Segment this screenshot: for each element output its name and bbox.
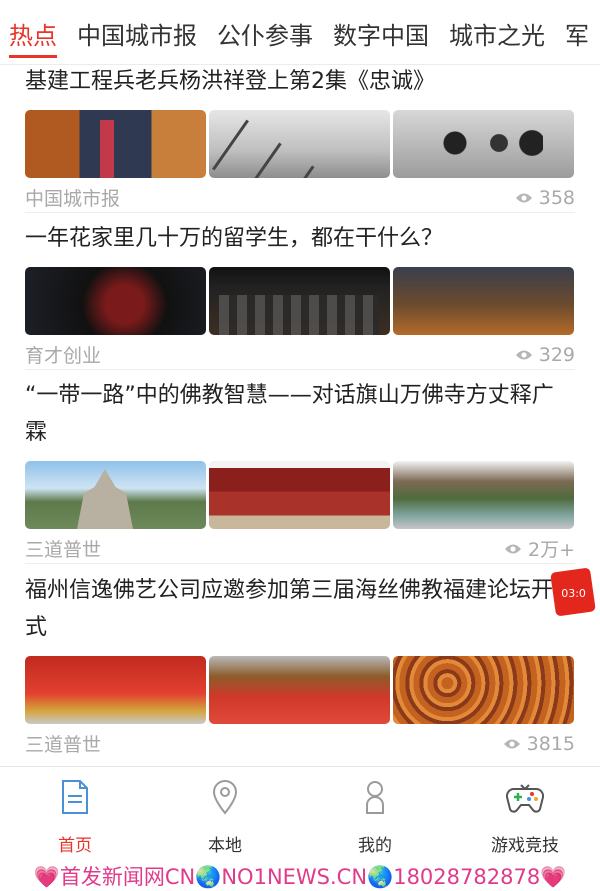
article-views: 3815 bbox=[503, 733, 575, 755]
nav-label: 首页 bbox=[58, 836, 92, 856]
news-article[interactable]: “一带一路”中的佛教智慧——对话旗山万佛寺方丈释广霖 三道普世 2万+ bbox=[25, 377, 575, 562]
article-thumbnails bbox=[25, 461, 575, 529]
user-icon bbox=[356, 777, 394, 817]
nav-label: 游戏竞技 bbox=[491, 836, 559, 856]
eye-icon bbox=[503, 739, 520, 748]
thumbnail-image[interactable] bbox=[25, 461, 206, 529]
thumbnail-image[interactable] bbox=[393, 267, 574, 335]
nav-local[interactable]: 本地 bbox=[150, 767, 300, 862]
tab-digital-china[interactable]: 数字中国 bbox=[333, 0, 429, 50]
article-source: 三道普世 bbox=[25, 734, 102, 756]
article-source: 中国城市报 bbox=[25, 188, 121, 210]
article-views: 329 bbox=[515, 344, 575, 366]
view-count: 329 bbox=[538, 343, 575, 366]
eye-icon bbox=[515, 350, 532, 359]
thumbnail-image[interactable] bbox=[393, 110, 574, 178]
channel-tab-bar: 热点 中国城市报 公仆参事 数字中国 城市之光 军 bbox=[0, 0, 600, 66]
thumbnail-image[interactable] bbox=[393, 656, 574, 724]
news-article[interactable]: 基建工程兵老兵杨洪祥登上第2集《忠诚》 中国城市报 358 bbox=[25, 64, 575, 211]
thumbnail-image[interactable] bbox=[209, 656, 390, 724]
news-article[interactable]: 福州信逸佛艺公司应邀参加第三届海丝佛教福建论坛开幕式 三道普世 3815 bbox=[25, 572, 575, 757]
news-article[interactable]: 一年花家里几十万的留学生，都在干什么？ 育才创业 329 bbox=[25, 221, 575, 368]
thumbnail-image[interactable] bbox=[25, 656, 206, 724]
thumbnail-image[interactable] bbox=[209, 110, 390, 178]
tab-military[interactable]: 军 bbox=[565, 0, 589, 50]
gamepad-icon bbox=[506, 777, 544, 817]
article-title[interactable]: “一带一路”中的佛教智慧——对话旗山万佛寺方丈释广霖 bbox=[25, 377, 575, 451]
bottom-navigation: 首页 本地 我的 游戏竞技 bbox=[0, 766, 600, 862]
tab-china-city-news[interactable]: 中国城市报 bbox=[77, 0, 197, 50]
thumbnail-image[interactable] bbox=[393, 461, 574, 529]
view-count: 358 bbox=[538, 186, 575, 209]
thumbnail-image[interactable] bbox=[209, 267, 390, 335]
nav-me[interactable]: 我的 bbox=[300, 767, 450, 862]
article-thumbnails bbox=[25, 110, 575, 178]
article-meta: 育才创业 329 bbox=[25, 341, 575, 368]
red-envelope-float-button[interactable]: 03:0 bbox=[550, 567, 596, 617]
article-thumbnails bbox=[25, 656, 575, 724]
article-title[interactable]: 基建工程兵老兵杨洪祥登上第2集《忠诚》 bbox=[25, 64, 575, 100]
eye-icon bbox=[515, 193, 532, 202]
article-meta: 中国城市报 358 bbox=[25, 184, 575, 211]
nav-label: 我的 bbox=[358, 836, 392, 856]
article-title[interactable]: 一年花家里几十万的留学生，都在干什么？ bbox=[25, 221, 575, 257]
thumbnail-image[interactable] bbox=[25, 110, 206, 178]
thumbnail-image[interactable] bbox=[25, 267, 206, 335]
document-icon bbox=[56, 777, 94, 817]
article-title[interactable]: 福州信逸佛艺公司应邀参加第三届海丝佛教福建论坛开幕式 bbox=[25, 572, 575, 646]
nav-games[interactable]: 游戏竞技 bbox=[450, 767, 600, 862]
divider bbox=[25, 369, 575, 370]
view-count: 3815 bbox=[526, 732, 575, 755]
tab-public-servant[interactable]: 公仆参事 bbox=[217, 0, 313, 50]
eye-icon bbox=[504, 544, 521, 553]
article-views: 358 bbox=[515, 187, 575, 209]
tab-city-light[interactable]: 城市之光 bbox=[449, 0, 545, 50]
nav-label: 本地 bbox=[208, 836, 242, 856]
divider bbox=[25, 212, 575, 213]
location-pin-icon bbox=[206, 777, 244, 817]
article-source: 三道普世 bbox=[25, 539, 102, 561]
watermark-banner: 💗首发新闻网CN🌏NO1NEWS.CN🌏18028782878💗 bbox=[33, 865, 567, 889]
article-meta: 三道普世 3815 bbox=[25, 730, 575, 757]
article-thumbnails bbox=[25, 267, 575, 335]
thumbnail-image[interactable] bbox=[209, 461, 390, 529]
tab-hot[interactable]: 热点 bbox=[9, 0, 57, 58]
article-views: 2万+ bbox=[504, 535, 575, 562]
article-source: 育才创业 bbox=[25, 345, 102, 367]
nav-home[interactable]: 首页 bbox=[0, 767, 150, 862]
article-meta: 三道普世 2万+ bbox=[25, 535, 575, 562]
countdown-timer: 03:0 bbox=[560, 586, 586, 600]
divider bbox=[25, 563, 575, 564]
view-count: 2万+ bbox=[527, 539, 575, 561]
